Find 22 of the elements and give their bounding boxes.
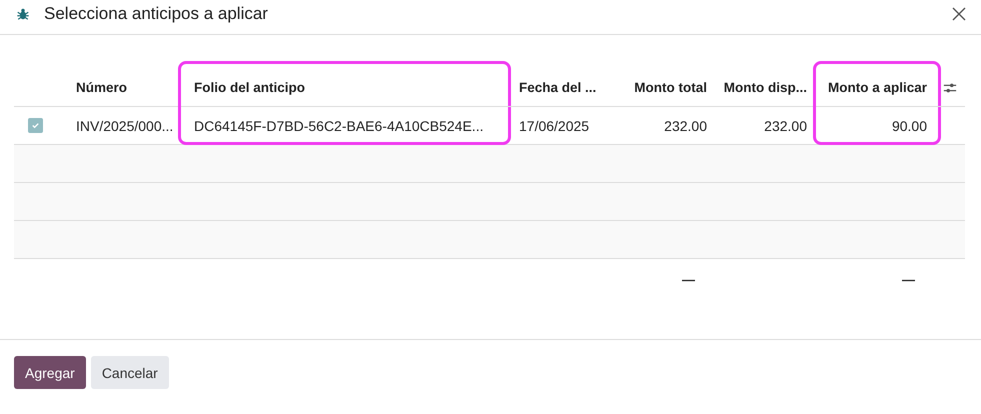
table-cell: 90.00	[892, 118, 927, 134]
table-cell: DC64145F-D7BD-56C2-BAE6-4A10CB524E...	[194, 118, 484, 134]
column-header[interactable]: Número	[76, 80, 128, 95]
column-header[interactable]: Monto disp...	[724, 80, 807, 95]
column-total: —	[682, 272, 695, 286]
column-total: —	[902, 272, 915, 286]
dialog-title: Selecciona anticipos a aplicar	[44, 4, 269, 24]
table-cell: 17/06/2025	[519, 118, 590, 134]
column-header[interactable]: Fecha del ...	[519, 80, 596, 95]
table-cell: 232.00	[764, 118, 807, 134]
column-header[interactable]: Monto a aplicar	[828, 80, 927, 95]
row-checkbox[interactable]	[28, 118, 43, 133]
column-header[interactable]: Folio del anticipo	[194, 80, 305, 95]
table-cell: INV/2025/000...	[76, 118, 174, 134]
check-icon	[31, 121, 40, 130]
bug-icon	[16, 6, 30, 20]
table-cell: 232.00	[664, 118, 707, 134]
settings-sliders-icon[interactable]	[942, 80, 958, 94]
add-button[interactable]: Agregar	[14, 356, 86, 389]
cancel-button[interactable]: Cancelar	[90, 356, 169, 389]
column-header[interactable]: Monto total	[634, 80, 707, 95]
close-icon[interactable]	[951, 6, 967, 22]
